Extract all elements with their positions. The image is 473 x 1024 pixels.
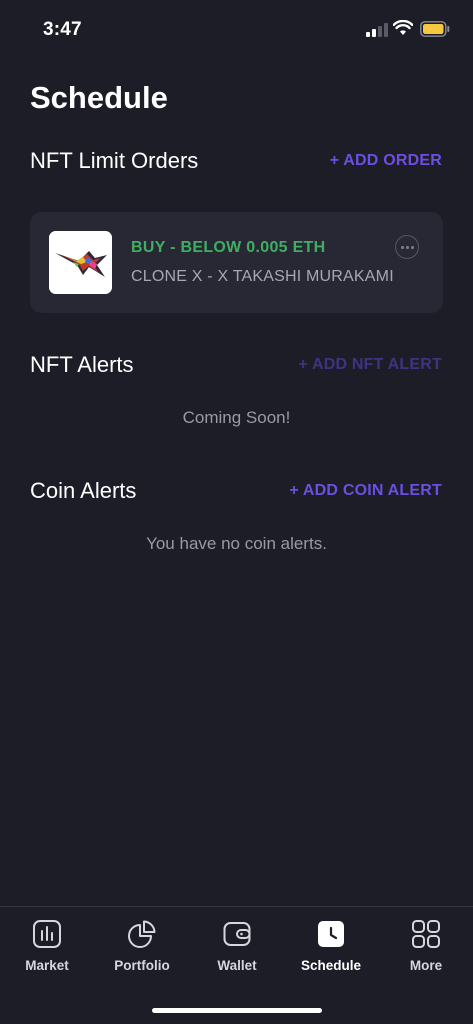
tab-market[interactable]: Market	[0, 907, 94, 987]
tab-label-more: More	[409, 958, 443, 973]
tab-label-market: Market	[25, 958, 69, 973]
add-coin-alert-button[interactable]: + ADD COIN ALERT	[289, 482, 442, 500]
order-type-label: BUY - BELOW 0.005 ETH	[131, 239, 326, 256]
tab-schedule[interactable]: Schedule	[284, 907, 378, 987]
wifi-icon	[393, 20, 413, 35]
tab-bar: Market Portfolio Wallet Schedule More	[0, 906, 473, 1024]
add-nft-alert-button[interactable]: + ADD NFT ALERT	[298, 356, 442, 374]
cellular-signal-icon	[366, 23, 388, 37]
clock-icon	[318, 921, 344, 947]
battery-icon	[420, 21, 450, 37]
nft-thumbnail	[49, 231, 112, 294]
tab-label-schedule: Schedule	[300, 958, 362, 973]
coin-alerts-empty-text: You have no coin alerts.	[146, 534, 327, 553]
order-collection-name: CLONE X - X TAKASHI MURAKAMI	[131, 268, 394, 285]
status-bar: 3:47	[0, 0, 473, 60]
wallet-icon	[223, 922, 251, 946]
page-title: Schedule	[30, 80, 168, 115]
bar-chart-icon	[33, 920, 61, 948]
tab-more[interactable]: More	[379, 907, 473, 987]
coin-alerts-title: Coin Alerts	[30, 478, 137, 503]
more-options-icon[interactable]	[395, 235, 419, 259]
status-time: 3:47	[43, 19, 82, 40]
tab-label-wallet: Wallet	[217, 958, 257, 973]
limit-orders-title: NFT Limit Orders	[30, 148, 199, 173]
tab-label-portfolio: Portfolio	[114, 958, 170, 973]
tab-portfolio[interactable]: Portfolio	[95, 907, 189, 987]
nft-alerts-empty-text: Coming Soon!	[182, 408, 291, 427]
grid-icon	[412, 920, 440, 948]
add-order-button[interactable]: + ADD ORDER	[330, 152, 442, 170]
tab-wallet[interactable]: Wallet	[190, 907, 284, 987]
pie-chart-icon	[128, 920, 156, 948]
limit-order-card[interactable]: BUY - BELOW 0.005 ETH CLONE X - X TAKASH…	[30, 212, 443, 313]
home-indicator[interactable]	[152, 1008, 322, 1013]
nft-artwork-image	[49, 231, 112, 294]
nft-alerts-title: NFT Alerts	[30, 352, 134, 377]
